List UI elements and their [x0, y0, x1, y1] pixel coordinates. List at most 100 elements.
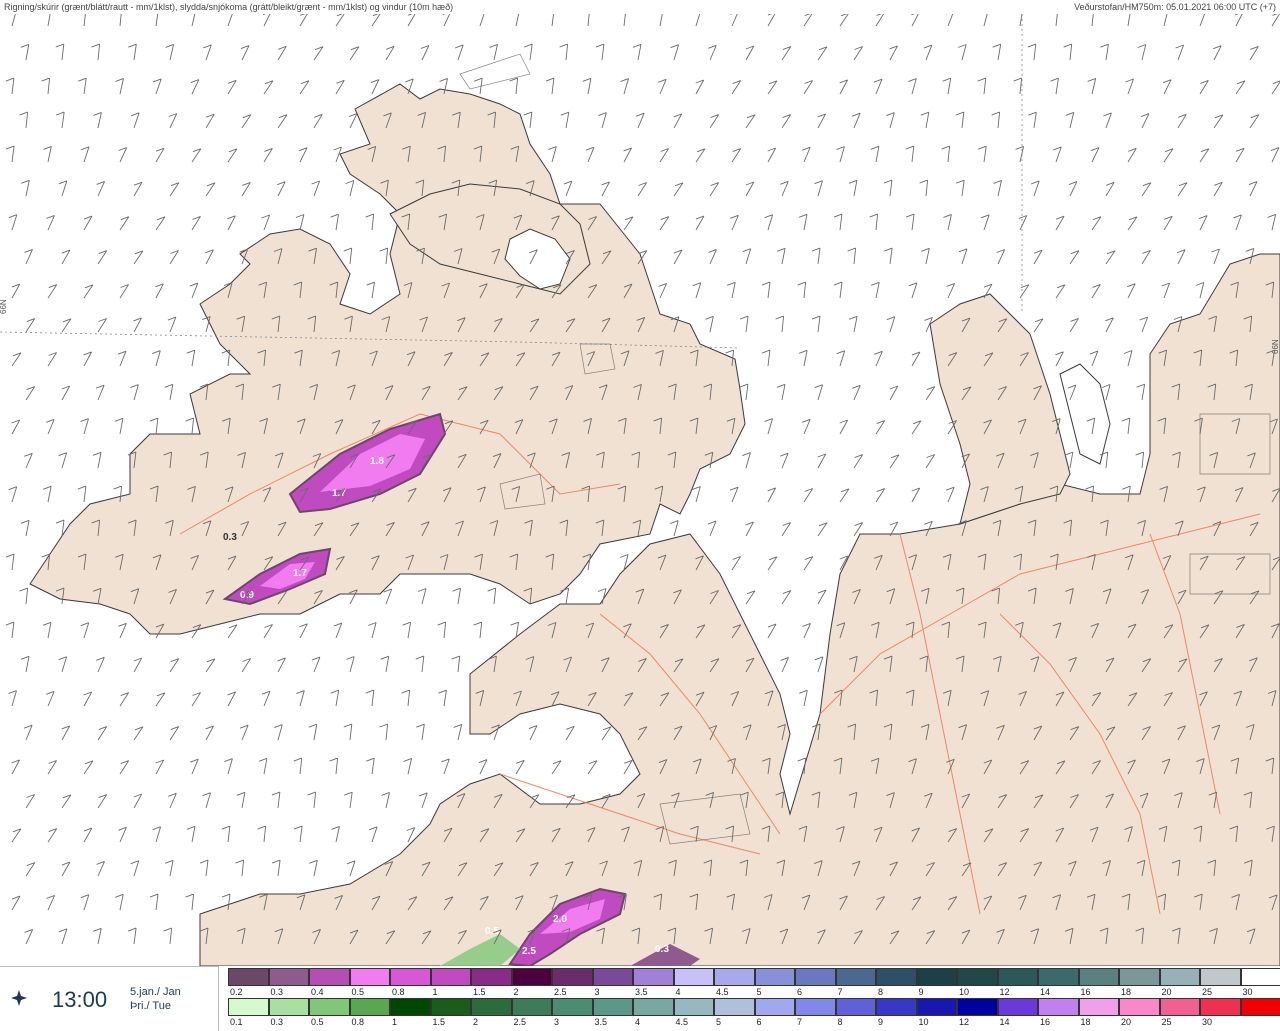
snow-legend-swatch — [593, 968, 634, 986]
rain-legend-label: 5 — [714, 1017, 755, 1027]
snow-legend-label: 0.5 — [350, 987, 391, 997]
snow-legend-swatch — [795, 968, 836, 986]
rain-legend-swatch — [390, 998, 431, 1016]
rain-legend-label: 3.5 — [593, 1017, 634, 1027]
precip-label: 2.5 — [522, 946, 536, 957]
precip-label: 2.0 — [553, 914, 567, 925]
rain-legend-swatch — [471, 998, 512, 1016]
rain-legend-label: 0.1 — [228, 1017, 269, 1027]
snow-legend-swatch — [552, 968, 593, 986]
rain-legend-swatch — [917, 998, 958, 1016]
snow-legend-label: 14 — [1038, 987, 1079, 997]
snow-legend-swatch — [390, 968, 431, 986]
rain-legend-swatch — [674, 998, 715, 1016]
snow-legend-label: 6 — [795, 987, 836, 997]
rain-legend-swatch — [350, 998, 391, 1016]
snow-legend-swatch — [1160, 968, 1201, 986]
rain-legend-label: 2 — [471, 1017, 512, 1027]
rain-legend-label: 20 — [1119, 1017, 1160, 1027]
rain-legend-label: 9 — [876, 1017, 917, 1027]
rain-legend-swatch — [836, 998, 877, 1016]
snow-legend-swatch — [1079, 968, 1120, 986]
rain-legend-label: 12 — [957, 1017, 998, 1027]
rain-legend-row — [228, 998, 1280, 1016]
snow-legend-swatch — [350, 968, 391, 986]
snow-legend-swatch — [674, 968, 715, 986]
snow-legend-label: 1 — [431, 987, 472, 997]
rain-legend-swatch — [269, 998, 310, 1016]
snow-legend-swatch — [755, 968, 796, 986]
snow-legend-swatch — [309, 968, 350, 986]
rain-legend-label — [1241, 1017, 1280, 1027]
rain-legend-label: 3 — [552, 1017, 593, 1027]
snow-legend-label: 0.3 — [269, 987, 310, 997]
snow-legend-swatch — [876, 968, 917, 986]
rain-legend-label: 8 — [836, 1017, 877, 1027]
snow-legend-label: 25 — [1200, 987, 1241, 997]
snow-legend-swatch — [431, 968, 472, 986]
snow-legend-label: 3 — [593, 987, 634, 997]
rain-legend-label: 0.3 — [269, 1017, 310, 1027]
snow-legend-swatch — [836, 968, 877, 986]
snow-legend-swatch — [471, 968, 512, 986]
snow-legend-label: 7 — [836, 987, 877, 997]
rain-legend-label: 4.5 — [674, 1017, 715, 1027]
compass-icon[interactable] — [10, 989, 28, 1007]
rain-legend-label: 6 — [755, 1017, 796, 1027]
snow-legend-swatch — [269, 968, 310, 986]
snow-legend-label: 3.5 — [633, 987, 674, 997]
rain-legend-swatch — [1241, 998, 1280, 1016]
snow-legend-label: 4.5 — [714, 987, 755, 997]
snow-legend-swatch — [512, 968, 553, 986]
snow-legend-label: 12 — [998, 987, 1039, 997]
rain-legend-swatch — [309, 998, 350, 1016]
snow-legend-swatch — [1241, 968, 1280, 986]
snow-legend-label: 1.5 — [471, 987, 512, 997]
rain-legend-swatch — [957, 998, 998, 1016]
snow-legend-label: 0.4 — [309, 987, 350, 997]
lat-label-left: 66N — [0, 299, 8, 314]
precip-label: 0.3 — [655, 944, 669, 955]
snow-legend-label: 16 — [1079, 987, 1120, 997]
rain-legend-label: 10 — [917, 1017, 958, 1027]
snow-legend-swatch — [1038, 968, 1079, 986]
rain-legend-label: 1.5 — [431, 1017, 472, 1027]
rain-legend-label: 7 — [795, 1017, 836, 1027]
snow-legend-label: 10 — [957, 987, 998, 997]
snow-legend-swatch — [714, 968, 755, 986]
weather-map[interactable]: 66N 66N 1.8 1.7 1.7 0.9 0.3 2.0 2.5 0.5 … — [0, 14, 1280, 966]
rain-legend-swatch — [795, 998, 836, 1016]
snow-legend-row — [228, 968, 1280, 986]
date-line-2: Þri./ Tue — [130, 999, 181, 1013]
rain-legend-swatch — [512, 998, 553, 1016]
snow-legend-label: 9 — [917, 987, 958, 997]
rain-legend-swatch — [876, 998, 917, 1016]
color-legend: 0.20.30.40.50.811.522.533.544.5567891012… — [228, 968, 1280, 1030]
snow-legend-label: 20 — [1160, 987, 1201, 997]
rain-legend-label: 4 — [633, 1017, 674, 1027]
snow-legend-labels: 0.20.30.40.50.811.522.533.544.5567891012… — [228, 987, 1280, 997]
snow-legend-label: 18 — [1119, 987, 1160, 997]
rain-legend-swatch — [1119, 998, 1160, 1016]
rain-legend-swatch — [1038, 998, 1079, 1016]
forecast-date: 5.jan./ Jan Þri./ Tue — [130, 985, 181, 1013]
snow-legend-label: 8 — [876, 987, 917, 997]
snow-legend-label: 0.2 — [228, 987, 269, 997]
map-header: Rigning/skúrir (grænt/blátt/rautt - mm/1… — [0, 0, 1280, 14]
model-run-info: Veðurstofan/HM750m: 05.01.2021 06:00 UTC… — [1074, 2, 1276, 12]
snow-legend-swatch — [998, 968, 1039, 986]
snow-legend-swatch — [633, 968, 674, 986]
precip-label: 1.8 — [370, 456, 384, 467]
snow-legend-label: 2.5 — [552, 987, 593, 997]
snow-legend-label: 5 — [755, 987, 796, 997]
rain-legend-swatch — [714, 998, 755, 1016]
snow-legend-label: 30 — [1241, 987, 1280, 997]
snow-legend-label: 2 — [512, 987, 553, 997]
rain-legend-label: 0.5 — [309, 1017, 350, 1027]
time-panel: 13:00 5.jan./ Jan Þri./ Tue — [0, 966, 219, 1031]
date-line-1: 5.jan./ Jan — [130, 985, 181, 999]
rain-legend-label: 25 — [1160, 1017, 1201, 1027]
rain-legend-swatch — [1160, 998, 1201, 1016]
snow-legend-swatch — [1119, 968, 1160, 986]
rain-legend-label: 14 — [998, 1017, 1039, 1027]
